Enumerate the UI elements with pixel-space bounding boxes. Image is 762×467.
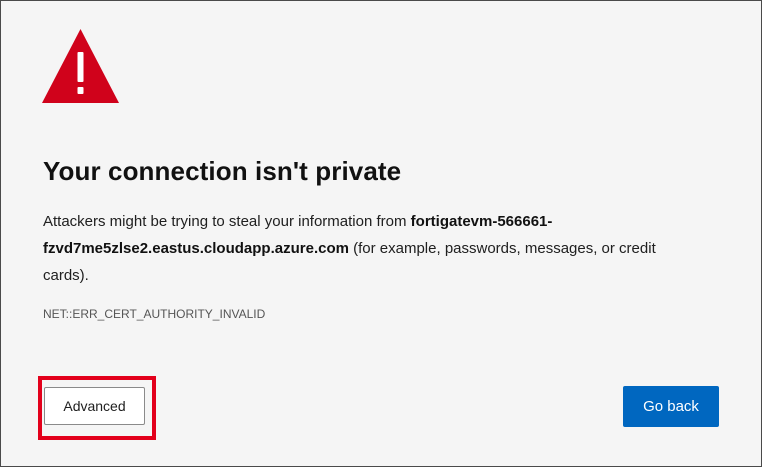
- go-back-button[interactable]: Go back: [623, 386, 719, 427]
- error-message: Attackers might be trying to steal your …: [43, 208, 683, 289]
- page-title: Your connection isn't private: [43, 156, 402, 186]
- error-page: Your connection isn't private Attackers …: [0, 0, 762, 467]
- warning-triangle-icon: [42, 29, 119, 103]
- advanced-button[interactable]: Advanced: [44, 387, 145, 425]
- message-prefix: Attackers might be trying to steal your …: [43, 213, 411, 230]
- error-code: NET::ERR_CERT_AUTHORITY_INVALID: [43, 307, 266, 321]
